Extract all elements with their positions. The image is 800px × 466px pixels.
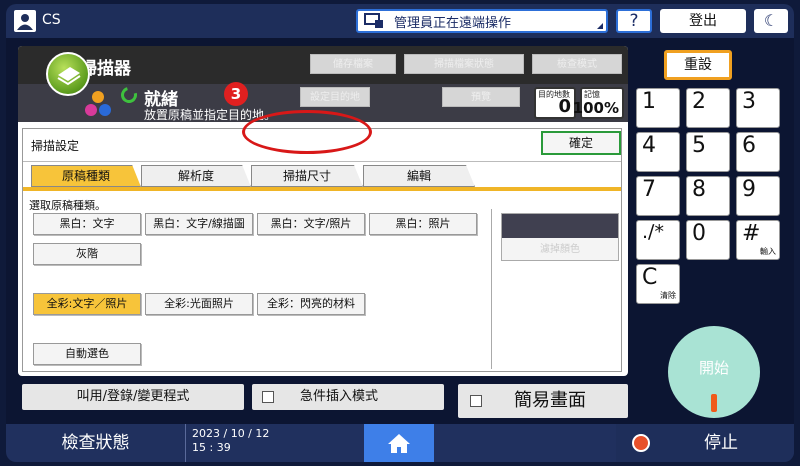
interrupt-mode-button[interactable]: 急件插入模式 [252,384,444,410]
option-fc-shiny-material[interactable]: 全彩：閃亮的材料 [257,293,365,315]
check-status-button[interactable]: 檢查狀態 [6,424,186,462]
drop-color-preview [502,214,618,238]
key-dot-star[interactable]: .∕* [636,220,680,260]
date: 2023 / 10 / 12 [192,427,270,440]
tab-underline [23,187,621,191]
home-button[interactable] [364,424,434,462]
option-bw-text-photo[interactable]: 黑白：文字/照片 [257,213,365,235]
prompt-text: 選取原稿種類。 [29,199,106,212]
tab-resolution[interactable]: 解析度 [141,165,251,187]
tab-edit[interactable]: 編輯 [363,165,475,187]
simple-screen-checkbox [470,395,482,407]
divider [23,161,621,162]
drop-color-label: 濾掉顏色 [540,244,580,255]
simple-screen-button[interactable]: 簡易畫面 [458,384,628,418]
settings-title: 掃描設定 [31,139,80,153]
destination-button[interactable]: 設定目的地 [300,87,370,107]
key-hash-sublabel: 輸入 [760,247,776,256]
interrupt-checkbox [262,391,274,403]
key-clear[interactable]: C 清除 [636,264,680,304]
key-5[interactable]: 5 [686,132,730,172]
divider [491,209,492,369]
interrupt-label: 急件插入模式 [300,389,379,404]
scanner-logo-icon [46,52,90,96]
stop-button[interactable]: 停止 [616,424,794,462]
key-1[interactable]: 1 [636,88,680,128]
logout-button[interactable]: 登出 [660,9,746,33]
energy-saver-icon[interactable]: ☾ [754,9,788,33]
color-dots-icon [85,91,111,116]
scan-file-status-button[interactable]: 掃描檔案狀態 [404,54,524,74]
save-file-button[interactable]: 儲存檔案 [310,54,396,74]
key-6[interactable]: 6 [736,132,780,172]
drop-color-box[interactable]: 濾掉顏色 [501,213,619,261]
footer-bar: 檢查狀態 2023 / 10 / 12 15 : 39 停止 [6,424,794,462]
key-4[interactable]: 4 [636,132,680,172]
option-auto-color[interactable]: 自動選色 [33,343,141,365]
user-icon[interactable] [14,10,36,32]
ok-button[interactable]: 確定 [541,131,621,155]
option-bw-photo[interactable]: 黑白：照片 [369,213,477,235]
user-name: CS [42,12,61,28]
simple-screen-label: 簡易畫面 [514,390,586,411]
preview-button[interactable]: 預覽 [442,87,520,107]
top-bar: CS 管理員正在遠端操作 ? 登出 ☾ [6,4,794,38]
key-hash-symbol: # [742,221,761,246]
home-icon [388,434,410,453]
time: 15 : 39 [192,441,231,454]
scan-settings-panel: 掃描設定 確定 原稿種類 解析度 掃描尺寸 編輯 選取原稿種類。 黑白：文字 黑… [22,128,622,372]
key-3[interactable]: 3 [736,88,780,128]
option-grayscale[interactable]: 灰階 [33,243,141,265]
start-indicator [711,394,717,412]
destination-count: 0 [558,96,571,117]
monitor-icon [364,13,383,28]
ready-status-icon [118,84,140,106]
key-0[interactable]: 0 [686,220,730,260]
key-clear-sublabel: 清除 [660,291,676,300]
remote-label: 管理員正在遠端操作 [394,15,512,31]
stop-icon [632,434,650,452]
destination-counter: 目的地數 0 [534,87,576,119]
check-mode-button[interactable]: 檢查模式 [532,54,622,74]
annotation-number-badge: 3 [224,82,248,106]
scanner-panel: 掃描器 儲存檔案 掃描檔案狀態 檢查模式 就緒 放置原稿並指定目的地。 設定目的… [18,46,628,376]
key-hash[interactable]: # 輸入 [736,220,780,260]
key-8[interactable]: 8 [686,176,730,216]
tab-scan-size[interactable]: 掃描尺寸 [251,165,363,187]
reset-button[interactable]: 重設 [664,50,732,80]
key-clear-symbol: C [642,265,658,290]
datetime: 2023 / 10 / 12 15 : 39 [188,424,284,462]
program-button[interactable]: 叫用/登錄/變更程式 [22,384,244,410]
option-fc-text-photo[interactable]: 全彩:文字／照片 [33,293,141,315]
option-fc-glossy-photo[interactable]: 全彩:光面照片 [145,293,253,315]
expand-corner-icon [597,23,603,29]
scanner-header: 掃描器 儲存檔案 掃描檔案狀態 檢查模式 [18,46,628,84]
key-2[interactable]: 2 [686,88,730,128]
device-screen: CS 管理員正在遠端操作 ? 登出 ☾ 掃描器 儲存檔案 掃描檔案狀態 檢查模式… [6,4,794,462]
option-bw-text[interactable]: 黑白：文字 [33,213,141,235]
stop-label: 停止 [704,433,738,453]
tab-original-type[interactable]: 原稿種類 [31,165,141,187]
help-button[interactable]: ? [616,9,652,33]
option-bw-text-line[interactable]: 黑白：文字/線描圖 [145,213,253,235]
remote-operation-indicator[interactable]: 管理員正在遠端操作 [356,9,608,33]
key-7[interactable]: 7 [636,176,680,216]
annotation-highlight-ellipse [242,110,372,154]
memory-indicator: 記憶 100% [573,87,624,119]
key-9[interactable]: 9 [736,176,780,216]
memory-value: 100% [572,99,619,117]
